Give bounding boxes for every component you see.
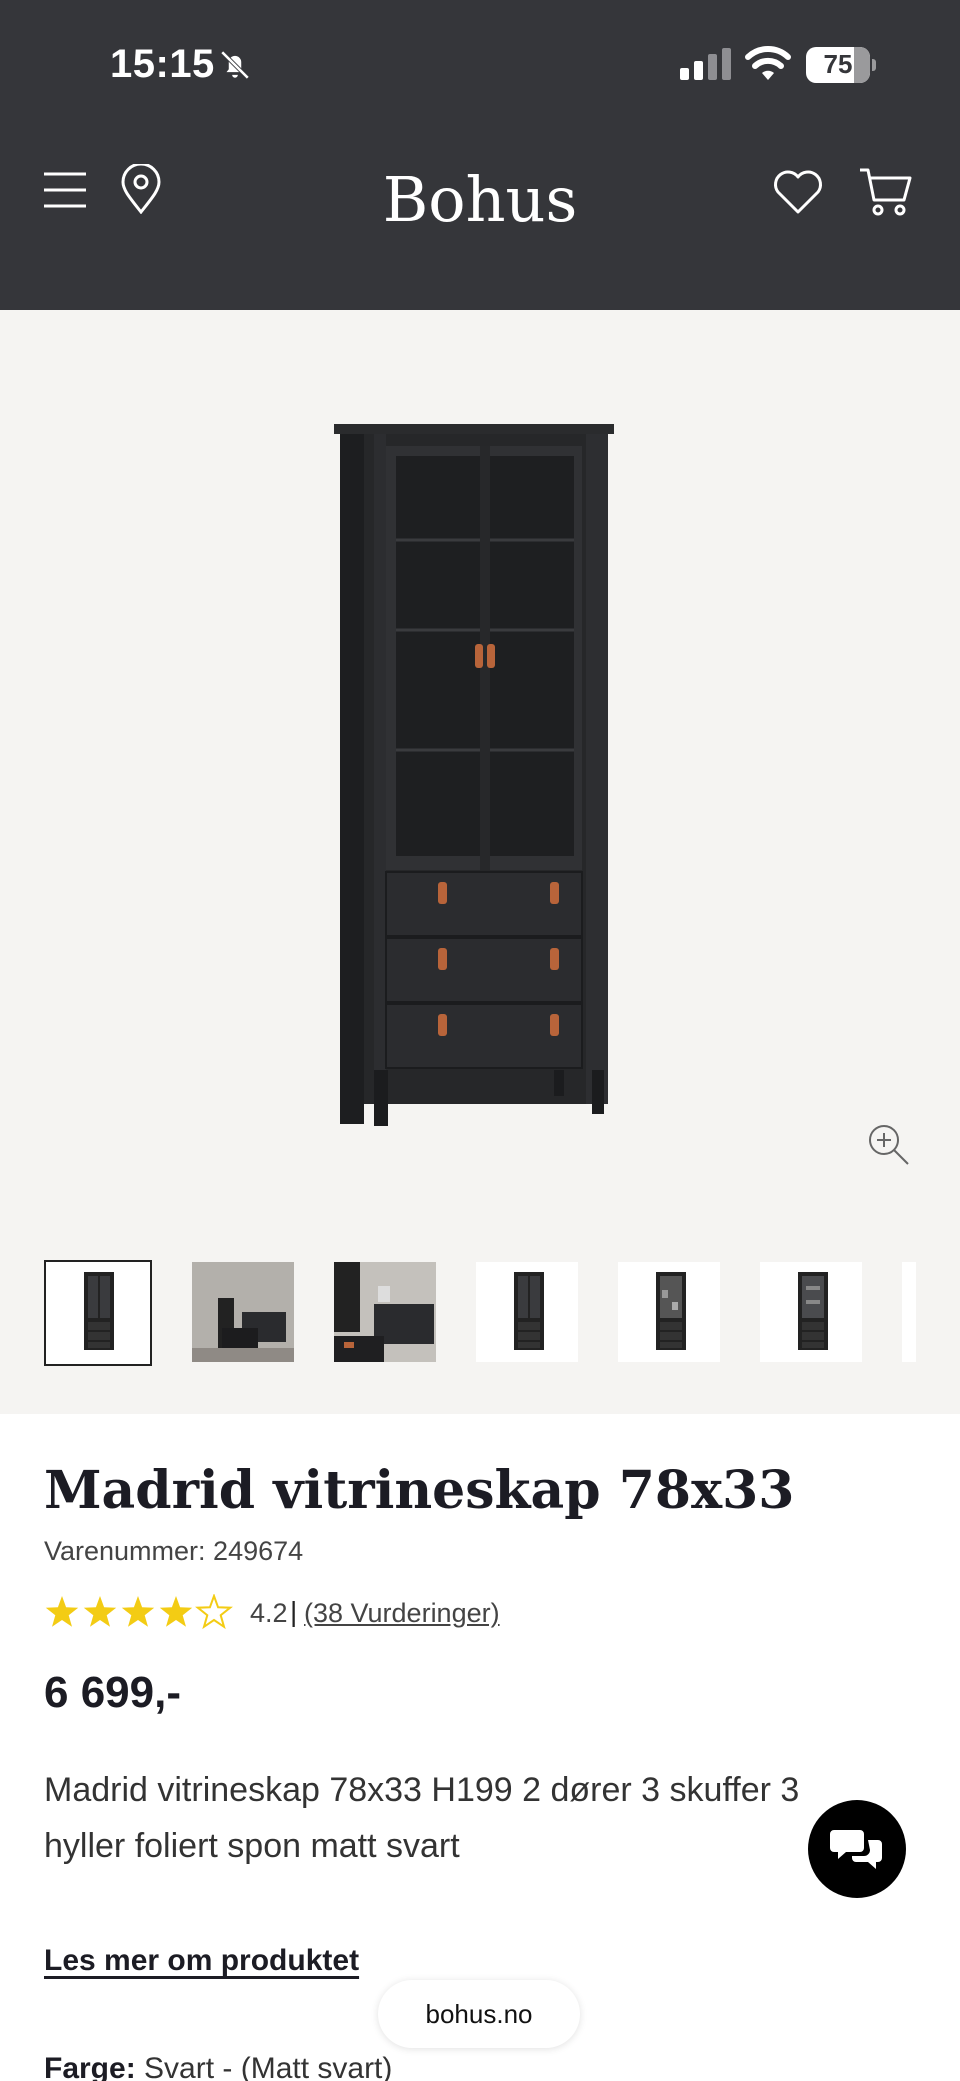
favorites-heart-icon[interactable]	[772, 168, 824, 216]
product-title: Madrid vitrineskap 78x33	[44, 1460, 795, 1521]
thumbnail[interactable]	[44, 1260, 152, 1366]
color-label: Farge:	[44, 2052, 136, 2081]
header-bar: 15:15 75 Bohus	[0, 0, 960, 310]
product-image-cabinet[interactable]	[330, 420, 630, 1130]
color-value: Svart - (Matt svart)	[144, 2052, 393, 2081]
product-description: Madrid vitrineskap 78x33 H199 2 dører 3 …	[44, 1771, 800, 1865]
chat-bubbles-icon	[830, 1830, 882, 1869]
status-bar: 15:15 75	[0, 0, 960, 130]
top-nav: Bohus	[0, 160, 960, 240]
rating-score: 4.2	[250, 1598, 288, 1628]
bohus-logo[interactable]: Bohus	[330, 160, 630, 240]
color-selector[interactable]: Farge: Svart - (Matt svart)	[44, 2052, 392, 2081]
star-filled-icon	[83, 1596, 117, 1627]
battery-level: 75	[823, 49, 853, 79]
store-location-icon[interactable]	[120, 164, 162, 214]
zoom-in-icon[interactable]	[866, 1122, 910, 1166]
product-gallery	[0, 310, 960, 1414]
reviews-link[interactable]: (38 Vurderinger)	[304, 1598, 500, 1629]
star-empty-icon	[195, 1594, 233, 1630]
wifi-icon	[745, 46, 791, 80]
browser-url-pill[interactable]: bohus.no	[378, 1980, 580, 2048]
star-filled-icon	[159, 1596, 193, 1627]
thumbnail[interactable]	[618, 1262, 720, 1362]
cart-icon[interactable]	[858, 166, 914, 218]
read-more-link[interactable]: Les mer om produktet	[44, 1944, 359, 1978]
thumbnail[interactable]	[902, 1262, 916, 1362]
rating-stars	[45, 1594, 233, 1630]
product-rating[interactable]: 4.2 | (38 Vurderinger)	[44, 1594, 644, 1634]
thumbnail[interactable]	[192, 1262, 294, 1362]
star-filled-icon	[45, 1596, 79, 1627]
bell-muted-icon	[220, 50, 250, 80]
status-time: 15:15	[110, 42, 215, 86]
menu-icon[interactable]	[42, 170, 88, 210]
product-price: 6 699,-	[44, 1668, 181, 1717]
rating-separator: |	[290, 1596, 298, 1627]
signal-icon	[680, 48, 731, 80]
thumbnail[interactable]	[334, 1262, 436, 1362]
chat-button[interactable]	[808, 1800, 906, 1898]
battery-icon: 75	[806, 47, 876, 83]
thumbnail-strip	[44, 1260, 960, 1370]
thumbnail[interactable]	[476, 1262, 578, 1362]
star-filled-icon	[121, 1596, 155, 1627]
thumbnail[interactable]	[760, 1262, 862, 1362]
product-sku: Varenummer: 249674	[44, 1536, 304, 1566]
